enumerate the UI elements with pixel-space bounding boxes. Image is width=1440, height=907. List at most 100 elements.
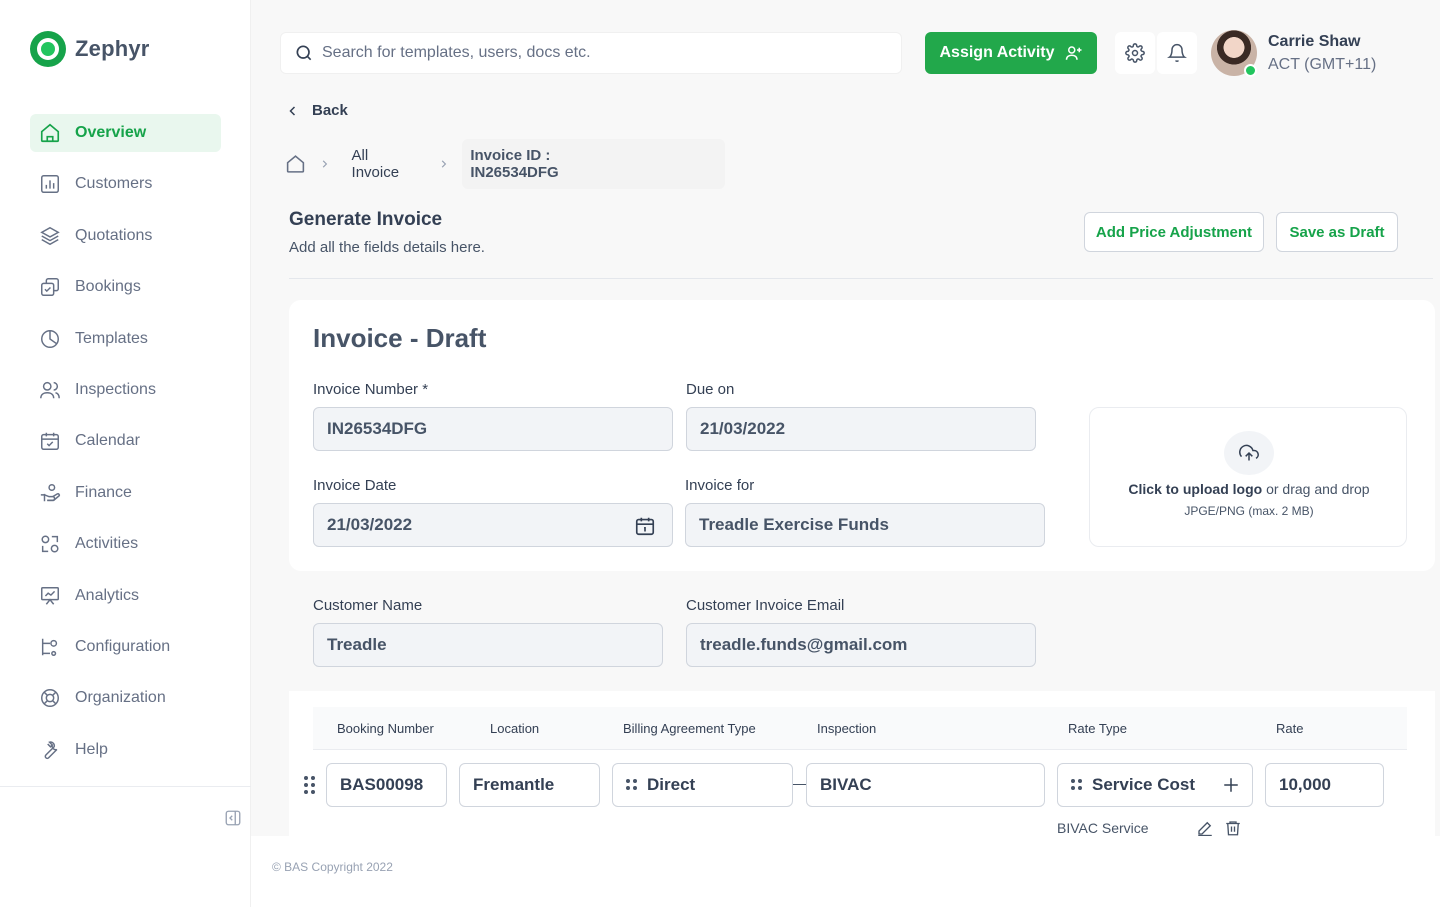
due-on-label: Due on (686, 381, 735, 398)
invoice-number-label: Invoice Number * (313, 381, 429, 398)
sidebar-item-organization[interactable]: Organization (30, 679, 221, 717)
sidebar-item-overview[interactable]: Overview (30, 114, 221, 152)
chevron-left-icon (289, 105, 296, 116)
sidebar-item-templates[interactable]: Templates (30, 320, 221, 358)
app-logo[interactable]: Zephyr (30, 31, 150, 67)
inspection-field[interactable]: BIVAC (806, 763, 1045, 807)
wrench-icon (44, 741, 58, 759)
zephyr-logo-icon (30, 31, 66, 67)
invoice-for-label: Invoice for (685, 477, 755, 494)
customer-name-field[interactable]: Treadle (313, 623, 663, 667)
user-timezone: ACT (GMT+11) (1268, 56, 1377, 73)
page-subtitle: Add all the fields details here. (289, 239, 485, 256)
sidebar-item-label: Bookings (75, 278, 141, 296)
app-name: Zephyr (75, 36, 150, 61)
sidebar-item-label: Quotations (75, 226, 153, 244)
column-rate: Rate (1276, 721, 1304, 736)
billing-agreement-type-value: Direct (647, 775, 696, 794)
location-field[interactable]: Fremantle (459, 763, 600, 807)
chevron-right-icon (441, 160, 447, 168)
sidebar-item-label: Inspections (75, 380, 156, 398)
presentation-icon (41, 586, 59, 605)
user-name: Carrie Shaw (1268, 33, 1361, 50)
save-as-draft-button[interactable]: Save as Draft (1276, 212, 1398, 252)
column-booking-number: Booking Number (337, 721, 434, 736)
due-on-field[interactable]: 21/03/2022 (686, 407, 1036, 451)
drag-handle-icon[interactable] (304, 776, 318, 796)
rate-type-field[interactable]: Service Cost (1057, 763, 1253, 807)
customer-name-label: Customer Name (313, 597, 423, 614)
rate-field[interactable]: 10,000 (1265, 763, 1384, 807)
invoice-date-value: 21/03/2022 (327, 515, 413, 534)
invoice-for-field[interactable]: Treadle Exercise Funds (685, 503, 1045, 547)
drag-dots-icon (626, 779, 638, 791)
layers-icon (40, 226, 60, 245)
add-price-adjustment-button[interactable]: Add Price Adjustment (1084, 212, 1264, 252)
sidebar-item-label: Analytics (75, 586, 140, 604)
add-user-icon (1065, 46, 1081, 60)
upload-action-text[interactable]: Click to upload logo (1128, 481, 1262, 497)
online-status-dot (1244, 64, 1257, 77)
settings-button[interactable] (1115, 32, 1155, 74)
pie-chart-icon (41, 329, 59, 348)
sidebar-item-label: Templates (75, 329, 148, 347)
rate-type-value: Service Cost (1092, 775, 1195, 794)
booking-icon (41, 278, 59, 297)
sidebar-item-label: Organization (75, 689, 166, 707)
invoice-date-label: Invoice Date (313, 477, 397, 494)
invoice-title: Invoice - Draft (313, 323, 487, 353)
edit-icon[interactable] (1196, 819, 1214, 837)
sidebar-item-label: Help (75, 740, 108, 758)
breadcrumb: All Invoice Invoice ID : IN26534DFG (285, 139, 726, 189)
sidebar-item-quotations[interactable]: Quotations (30, 217, 221, 255)
trash-icon[interactable] (1224, 819, 1242, 837)
drag-dots-icon (1071, 779, 1083, 791)
sidebar-item-analytics[interactable]: Analytics (30, 577, 221, 615)
bell-icon (1167, 43, 1187, 63)
chevron-right-icon (322, 160, 328, 168)
billing-agreement-type-field[interactable]: Direct (612, 763, 793, 807)
chart-bar-icon (41, 175, 59, 194)
upload-cloud-icon (1224, 431, 1274, 475)
page-title: Generate Invoice (289, 209, 443, 230)
sidebar-item-label: Calendar (75, 432, 140, 450)
sidebar-item-finance[interactable]: Finance (30, 474, 221, 512)
invoice-number-field[interactable]: IN26534DFG (313, 407, 673, 451)
sidebar-item-bookings[interactable]: Bookings (30, 268, 221, 306)
sidebar-item-customers[interactable]: Customers (30, 165, 221, 203)
lifebuoy-icon (41, 689, 59, 708)
assign-activity-button[interactable]: Assign Activity (925, 32, 1097, 74)
sidebar-item-label: Customers (75, 175, 153, 193)
configuration-icon (41, 638, 58, 656)
back-link[interactable]: Back (287, 102, 348, 119)
gear-icon (1125, 43, 1145, 63)
sidebar-divider (0, 786, 251, 787)
sidebar-item-label: Finance (75, 483, 132, 501)
notifications-button[interactable] (1157, 32, 1197, 74)
sidebar: Zephyr Overview Customers Quotations Boo… (0, 0, 251, 907)
sidebar-item-label: Activities (75, 535, 139, 553)
sidebar-item-inspections[interactable]: Inspections (30, 371, 221, 409)
sidebar-item-calendar[interactable]: Calendar (30, 422, 221, 460)
booking-number-field[interactable]: BAS00098 (326, 763, 447, 807)
sidebar-item-activities[interactable]: Activities (30, 525, 221, 563)
back-label: Back (312, 102, 348, 119)
customer-email-field[interactable]: treadle.funds@gmail.com (686, 623, 1036, 667)
sidebar-item-help[interactable]: Help (30, 731, 221, 769)
breadcrumb-current: Invoice ID : IN26534DFG (462, 139, 726, 189)
invoice-date-field[interactable]: 21/03/2022 (313, 503, 673, 547)
search-bar[interactable] (280, 32, 902, 74)
home-icon[interactable] (285, 153, 306, 175)
sidebar-item-label: Configuration (75, 637, 171, 655)
column-rate-type: Rate Type (1068, 721, 1128, 736)
customer-email-label: Customer Invoice Email (686, 597, 845, 614)
logo-upload-dropzone[interactable]: Click to upload logo or drag and drop JP… (1089, 407, 1407, 547)
plus-icon[interactable] (1222, 776, 1240, 794)
calendar-icon[interactable] (634, 515, 656, 537)
users-icon (40, 381, 60, 399)
search-input[interactable] (322, 44, 882, 62)
breadcrumb-all-invoice[interactable]: All Invoice (352, 147, 417, 181)
collapse-sidebar-icon[interactable] (224, 809, 242, 827)
copyright-text: © BAS Copyright 2022 (272, 860, 393, 874)
sidebar-item-configuration[interactable]: Configuration (30, 628, 221, 666)
